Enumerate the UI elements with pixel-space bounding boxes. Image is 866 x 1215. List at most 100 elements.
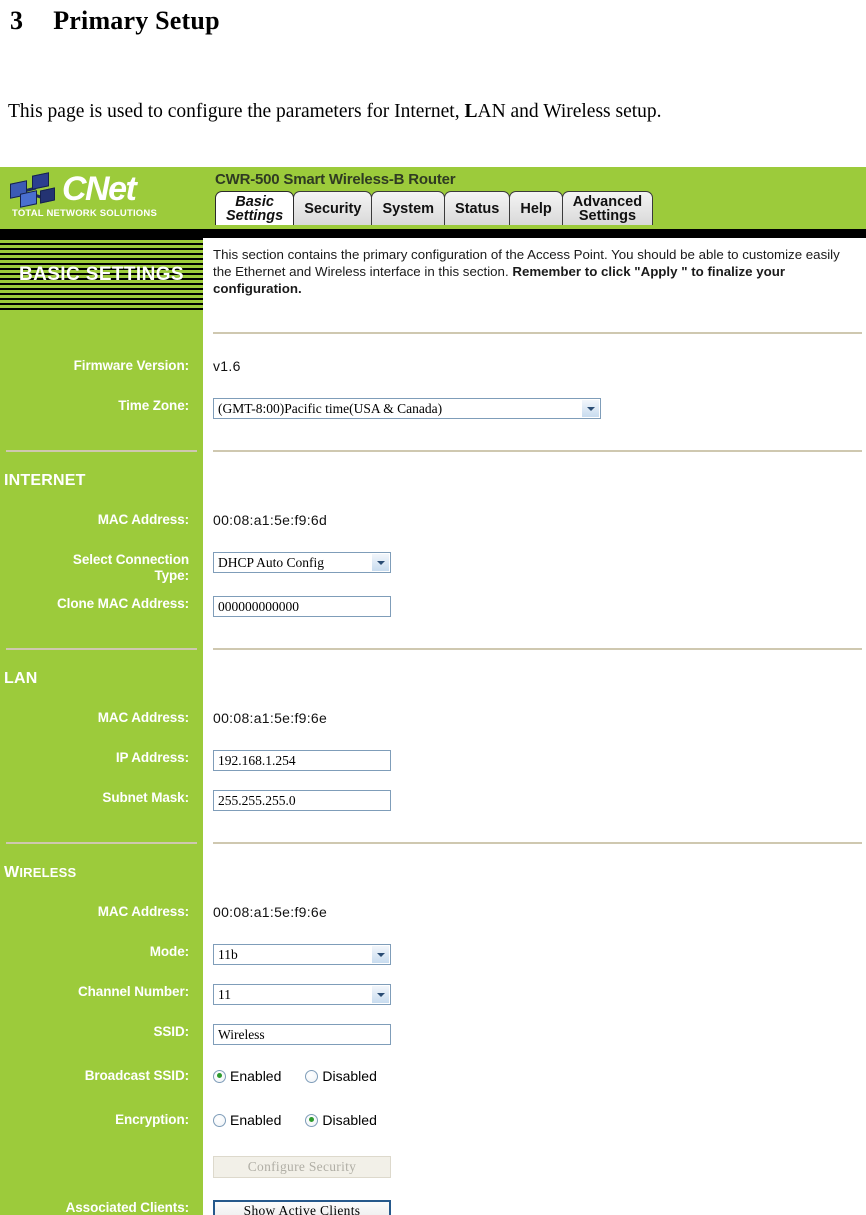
firmware-version-label: Firmware Version: <box>73 358 189 374</box>
clone-mac-value: 000000000000 <box>218 598 299 614</box>
chevron-down-icon[interactable] <box>581 400 599 418</box>
separator-internet <box>0 450 866 453</box>
row-clone-mac: Clone MAC Address: 000000000000 <box>0 596 866 624</box>
lan-ip-input[interactable]: 192.168.1.254 <box>213 750 391 772</box>
router-admin-screenshot: CNet TOTAL NETWORK SOLUTIONS CWR-500 Sma… <box>0 167 866 1215</box>
chevron-down-icon[interactable] <box>371 946 389 964</box>
time-zone-label: Time Zone: <box>118 398 189 414</box>
chevron-down-icon[interactable] <box>371 554 389 572</box>
wireless-mode-select[interactable]: 11b <box>213 944 391 966</box>
tab-basic-settings[interactable]: Basic Settings <box>215 191 295 226</box>
broadcast-ssid-radio-group: Enabled Disabled <box>213 1068 866 1084</box>
model-title: CWR-500 Smart Wireless-B Router <box>215 171 456 189</box>
connection-type-select[interactable]: DHCP Auto Config <box>213 552 391 574</box>
tab-advanced-settings[interactable]: Advanced Settings <box>561 191 654 226</box>
row-connection-type: Select Connection Type: DHCP Auto Config <box>0 552 866 584</box>
row-internet-mac: MAC Address: 00:08:a1:5e:f9:6d <box>0 512 866 540</box>
page-title: 3 Primary Setup <box>10 6 864 36</box>
subnet-mask-input[interactable]: 255.255.255.0 <box>213 790 391 812</box>
clone-mac-label: Clone MAC Address: <box>57 596 189 612</box>
sidebar-title: BASIC SETTINGS <box>0 238 203 313</box>
radio-unselected-icon <box>213 1113 226 1127</box>
wireless-heading-rest: IRELESS <box>19 865 77 881</box>
tab-help[interactable]: Help <box>509 191 563 226</box>
brand-logo: CNet TOTAL NETWORK SOLUTIONS <box>0 167 203 230</box>
connection-type-label-line2: Type: <box>154 568 189 584</box>
time-zone-selected-value: (GMT-8:00)Pacific time(USA & Canada) <box>218 400 443 416</box>
section-number: 3 <box>10 6 24 35</box>
network-cubes-icon <box>10 172 56 209</box>
section-title: Primary Setup <box>53 6 220 35</box>
connection-type-label-line1: Select Connection <box>72 552 189 568</box>
wireless-mode-label: Mode: <box>149 944 189 960</box>
time-zone-select[interactable]: (GMT-8:00)Pacific time(USA & Canada) <box>213 398 601 420</box>
section-description: This section contains the primary config… <box>203 238 866 305</box>
broadcast-ssid-enabled-radio[interactable]: Enabled <box>213 1068 281 1084</box>
ssid-input[interactable]: Wireless <box>213 1024 391 1046</box>
chevron-down-icon[interactable] <box>371 986 389 1004</box>
encryption-disabled-radio[interactable]: Disabled <box>305 1112 377 1128</box>
tab-basic-settings-label-2: Settings <box>226 208 284 225</box>
brand-name: CNet <box>62 170 137 209</box>
encryption-enabled-radio[interactable]: Enabled <box>213 1112 281 1128</box>
row-lan-ip: IP Address: 192.168.1.254 <box>0 750 866 778</box>
row-wireless-section: WIRELESS <box>0 864 866 892</box>
row-internet-section: INTERNET <box>0 472 866 500</box>
firmware-version-value: v1.6 <box>213 358 241 375</box>
nav-tabs: Basic Settings Security System Status He… <box>215 191 866 226</box>
row-encryption: Encryption: Enabled Disabled <box>0 1112 866 1140</box>
channel-number-select[interactable]: 11 <box>213 984 391 1006</box>
tab-help-label: Help <box>520 201 552 217</box>
subnet-mask-label: Subnet Mask: <box>102 790 189 806</box>
intro-paragraph: This page is used to configure the param… <box>8 100 864 123</box>
show-active-clients-button-label: Show Active Clients <box>243 1203 361 1215</box>
tab-security[interactable]: Security <box>293 191 373 226</box>
radio-unselected-icon <box>305 1069 319 1083</box>
document-page: 3 Primary Setup This page is used to con… <box>0 6 866 123</box>
internet-mac-value: 00:08:a1:5e:f9:6d <box>213 512 328 529</box>
row-wireless-mac: MAC Address: 00:08:a1:5e:f9:6e <box>0 904 866 932</box>
channel-number-label: Channel Number: <box>77 984 189 1000</box>
tab-security-label: Security <box>304 201 362 217</box>
ui-body: BASIC SETTINGS This section contains the… <box>0 238 866 313</box>
broadcast-ssid-label: Broadcast SSID: <box>84 1068 189 1084</box>
broadcast-ssid-enabled-label: Enabled <box>230 1068 282 1085</box>
subnet-mask-value: 255.255.255.0 <box>218 792 296 808</box>
separator-top <box>0 332 866 335</box>
separator-lan <box>0 648 866 651</box>
tab-basic-settings-label-1: Basic <box>235 194 274 211</box>
connection-type-selected-value: DHCP Auto Config <box>218 554 325 570</box>
sidebar-title-label: BASIC SETTINGS <box>18 264 184 286</box>
encryption-label: Encryption: <box>115 1112 189 1128</box>
intro-text-bold: L <box>464 101 478 122</box>
lan-mac-label: MAC Address: <box>97 710 189 726</box>
clone-mac-input[interactable]: 000000000000 <box>213 596 391 618</box>
content-panel: This section contains the primary config… <box>203 238 866 313</box>
broadcast-ssid-disabled-radio[interactable]: Disabled <box>305 1068 377 1084</box>
row-subnet-mask: Subnet Mask: 255.255.255.0 <box>0 790 866 818</box>
tab-status-label: Status <box>455 201 500 217</box>
intro-text-before: This page is used to configure the param… <box>8 101 465 122</box>
lan-ip-value: 192.168.1.254 <box>218 752 296 768</box>
tab-system[interactable]: System <box>371 191 446 226</box>
ssid-value: Wireless <box>218 1026 265 1042</box>
row-configure-security: Configure Security <box>0 1156 866 1184</box>
connection-type-label: Select Connection Type: <box>0 552 203 584</box>
tab-advanced-settings-label-2: Settings <box>578 208 637 225</box>
configure-security-button[interactable]: Configure Security <box>213 1156 391 1179</box>
channel-number-selected-value: 11 <box>218 986 231 1002</box>
wireless-mac-value: 00:08:a1:5e:f9:6e <box>213 904 328 921</box>
tab-status[interactable]: Status <box>444 191 511 226</box>
radio-selected-icon <box>305 1113 319 1127</box>
row-lan-mac: MAC Address: 00:08:a1:5e:f9:6e <box>0 710 866 738</box>
row-firmware-version: Firmware Version: v1.6 <box>0 358 866 386</box>
row-lan-section: LAN <box>0 670 866 698</box>
row-wireless-mode: Mode: 11b <box>0 944 866 972</box>
tab-system-label: System <box>382 201 435 217</box>
lan-section-heading: LAN <box>4 670 38 688</box>
internet-mac-label: MAC Address: <box>97 512 189 528</box>
header-divider <box>0 229 866 239</box>
wireless-mac-label: MAC Address: <box>97 904 189 920</box>
encryption-enabled-label: Enabled <box>230 1112 282 1129</box>
ui-header: CNet TOTAL NETWORK SOLUTIONS CWR-500 Sma… <box>0 167 866 230</box>
